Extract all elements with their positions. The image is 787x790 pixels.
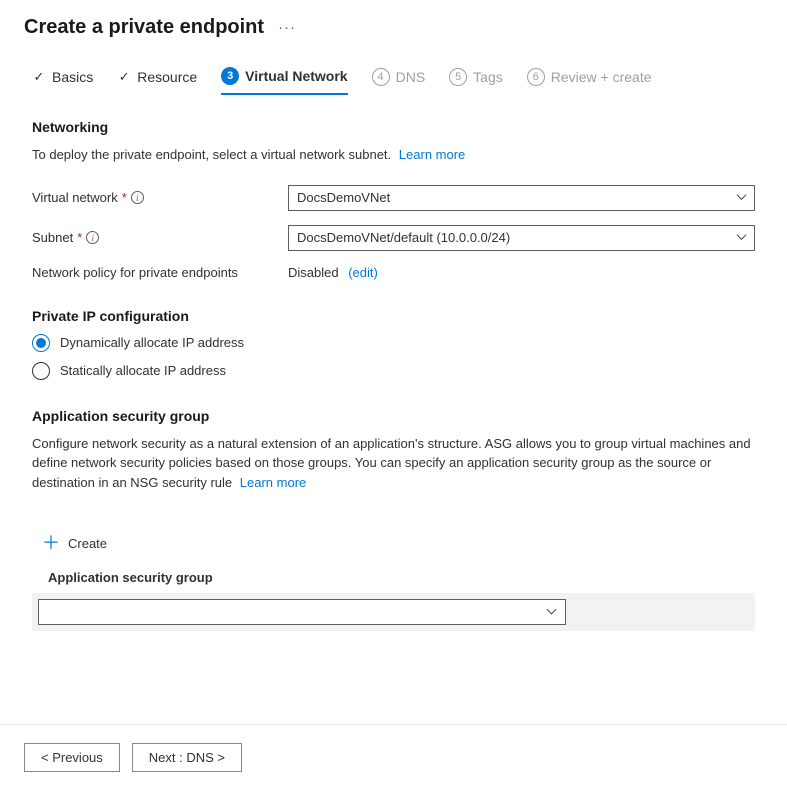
required-star: * xyxy=(122,190,127,205)
next-button[interactable]: Next : DNS > xyxy=(132,743,242,772)
networking-desc: To deploy the private endpoint, select a… xyxy=(32,145,755,165)
tab-label: Resource xyxy=(137,69,197,85)
asg-select[interactable] xyxy=(38,599,566,625)
tab-label: Basics xyxy=(52,69,93,85)
check-icon xyxy=(117,70,131,84)
tab-label: Tags xyxy=(473,69,503,85)
step-badge: 3 xyxy=(221,67,239,85)
create-label: Create xyxy=(68,536,107,551)
learn-more-link[interactable]: Learn more xyxy=(399,147,465,162)
tab-label: Virtual Network xyxy=(245,68,347,84)
radio-label: Dynamically allocate IP address xyxy=(60,335,244,350)
radio-dynamic[interactable] xyxy=(32,334,50,352)
tab-virtual-network[interactable]: 3 Virtual Network xyxy=(221,67,347,95)
radio-static[interactable] xyxy=(32,362,50,380)
subnet-label: Subnet * xyxy=(32,230,288,245)
check-icon xyxy=(32,70,46,84)
tab-resource[interactable]: Resource xyxy=(117,69,197,93)
plus-icon: ＋ xyxy=(42,534,60,552)
required-star: * xyxy=(77,230,82,245)
page-title: Create a private endpoint xyxy=(24,16,264,39)
tab-label: DNS xyxy=(396,69,426,85)
step-badge: 5 xyxy=(449,68,467,86)
chevron-down-icon xyxy=(546,605,557,620)
asg-column-label: Application security group xyxy=(48,570,755,585)
tab-label: Review + create xyxy=(551,69,652,85)
tab-basics[interactable]: Basics xyxy=(32,69,93,93)
policy-label: Network policy for private endpoints xyxy=(32,265,288,280)
wizard-footer: < Previous Next : DNS > xyxy=(0,724,787,790)
info-icon[interactable] xyxy=(86,231,99,244)
previous-button[interactable]: < Previous xyxy=(24,743,120,772)
tab-tags[interactable]: 5 Tags xyxy=(449,68,503,94)
info-icon[interactable] xyxy=(131,191,144,204)
radio-label: Statically allocate IP address xyxy=(60,363,226,378)
edit-link[interactable]: (edit) xyxy=(348,265,378,280)
chevron-down-icon xyxy=(736,190,747,205)
learn-more-link[interactable]: Learn more xyxy=(240,475,306,490)
vnet-label: Virtual network * xyxy=(32,190,288,205)
subnet-select[interactable]: DocsDemoVNet/default (10.0.0.0/24) xyxy=(288,225,755,251)
select-value: DocsDemoVNet xyxy=(297,190,390,205)
select-value: DocsDemoVNet/default (10.0.0.0/24) xyxy=(297,230,510,245)
tab-review-create[interactable]: 6 Review + create xyxy=(527,68,652,94)
more-icon[interactable]: ··· xyxy=(274,17,300,38)
asg-input-row xyxy=(32,593,755,631)
vnet-select[interactable]: DocsDemoVNet xyxy=(288,185,755,211)
wizard-tabs: Basics Resource 3 Virtual Network 4 DNS … xyxy=(0,47,787,95)
chevron-down-icon xyxy=(736,230,747,245)
asg-desc: Configure network security as a natural … xyxy=(32,434,755,493)
networking-heading: Networking xyxy=(32,119,755,135)
tab-dns[interactable]: 4 DNS xyxy=(372,68,426,94)
create-asg-button[interactable]: ＋ Create xyxy=(32,528,117,558)
asg-heading: Application security group xyxy=(32,408,755,424)
step-badge: 6 xyxy=(527,68,545,86)
policy-value: Disabled (edit) xyxy=(288,265,378,280)
ipconfig-heading: Private IP configuration xyxy=(32,308,755,324)
step-badge: 4 xyxy=(372,68,390,86)
